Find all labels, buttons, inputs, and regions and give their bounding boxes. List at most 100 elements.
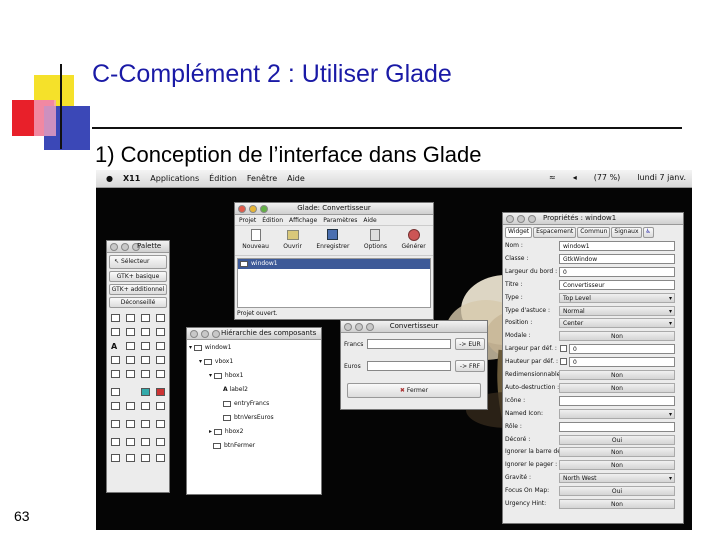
menu-applications[interactable]: Applications (150, 174, 199, 183)
widget-grid-icon[interactable] (141, 420, 150, 428)
menu-x11[interactable]: X11 (123, 174, 140, 183)
widget-image-icon[interactable] (141, 388, 150, 396)
widget-fileselect-icon[interactable] (141, 314, 150, 322)
tab-gtk-additional[interactable]: GTK+ additionnel (109, 284, 167, 295)
new-button[interactable]: Nouveau (242, 229, 269, 255)
widget-toolbar-icon[interactable] (126, 328, 135, 336)
menu-edition[interactable]: Édition (209, 174, 237, 183)
widget-ruler-icon[interactable] (111, 454, 120, 462)
tree-item-btnverseuros[interactable]: btnVersEuros (223, 414, 274, 421)
widget-frame-icon[interactable] (111, 402, 120, 410)
widget-entry-icon[interactable] (126, 342, 135, 350)
widget-separator-icon[interactable] (111, 388, 120, 396)
widget-checkbox-icon[interactable] (141, 356, 150, 364)
widget-arrow-icon[interactable] (141, 454, 150, 462)
widget-list-icon[interactable] (141, 370, 150, 378)
tab-commun[interactable]: Commun (577, 227, 611, 238)
tab-widget[interactable]: Widget (505, 227, 533, 238)
clock[interactable]: lundi 7 janv. (637, 173, 686, 182)
widget-tree-icon[interactable] (156, 370, 165, 378)
selector-button[interactable]: ↖ Sélecteur (109, 255, 167, 269)
property-spin[interactable]: 0 (560, 357, 675, 368)
property-toggle[interactable]: Non (559, 447, 675, 458)
palette-titlebar[interactable]: Palette (107, 241, 169, 253)
property-toggle[interactable]: Non (559, 331, 675, 342)
to-eur-button[interactable]: -> EUR (455, 338, 485, 350)
save-button[interactable]: Enregistrer (316, 229, 349, 255)
battery-status[interactable]: (77 %) (594, 173, 621, 182)
volume-icon[interactable]: ◂ (573, 173, 577, 182)
tab-signaux[interactable]: Signaux (611, 227, 642, 238)
glade-titlebar[interactable]: Glade: Convertisseur (235, 203, 433, 215)
hierarchy-titlebar[interactable]: Hiérarchie des composants (187, 328, 321, 340)
close-dot[interactable] (110, 243, 118, 251)
minimize-dot[interactable] (201, 330, 209, 338)
property-toggle[interactable]: Oui (559, 486, 675, 497)
widget-vbox-icon[interactable] (111, 420, 120, 428)
property-toggle[interactable]: Oui (559, 434, 675, 445)
property-spin[interactable]: 0 (559, 266, 675, 277)
zoom-dot[interactable] (528, 215, 536, 223)
widget-colorsel-icon[interactable] (156, 314, 165, 322)
widget-radio-icon[interactable] (156, 356, 165, 364)
tree-item-hbox1[interactable]: ▾ hbox1 (209, 372, 243, 379)
close-dot[interactable] (506, 215, 514, 223)
zoom-dot[interactable] (212, 330, 220, 338)
close-dot[interactable] (190, 330, 198, 338)
generate-button[interactable]: Générer (401, 229, 426, 255)
widget-textview-icon[interactable] (111, 356, 120, 364)
to-frf-button[interactable]: -> FRF (455, 360, 485, 372)
widget-table-icon[interactable] (126, 402, 135, 410)
checkbox[interactable] (560, 358, 567, 366)
property-combo[interactable]: ▾ Center (559, 318, 675, 329)
widget-hbox-icon[interactable] (126, 420, 135, 428)
menu-projet[interactable]: Projet (239, 215, 256, 225)
euros-input[interactable] (367, 361, 451, 371)
widget-calendar-icon[interactable] (126, 454, 135, 462)
tree-item-entryfrancs[interactable]: entryFrancs (223, 400, 269, 407)
widget-hscale-icon[interactable] (111, 370, 120, 378)
minimize-dot[interactable] (121, 243, 129, 251)
widget-spin-icon[interactable] (126, 356, 135, 364)
property-spin[interactable]: 0 (560, 344, 675, 355)
property-combo[interactable]: ▾ Normal (559, 305, 675, 316)
widget-window-icon[interactable] (111, 314, 120, 322)
property-toggle[interactable]: Non (559, 460, 675, 471)
property-field[interactable]: GtkWindow (559, 253, 675, 264)
widget-expander-icon[interactable] (156, 454, 165, 462)
widget-dialog-icon[interactable] (126, 314, 135, 322)
property-field[interactable] (559, 421, 675, 432)
open-button[interactable]: Ouvrir (283, 229, 302, 255)
tree-item-btnfermer[interactable]: btnFermer (213, 442, 255, 449)
francs-input[interactable] (367, 339, 451, 349)
widget-fixed-icon[interactable] (156, 420, 165, 428)
property-toggle[interactable]: Non (559, 370, 675, 380)
properties-titlebar[interactable]: Propriétés : window1 (503, 213, 683, 225)
list-item-window1[interactable]: window1 (238, 259, 430, 269)
menu-edition[interactable]: Édition (262, 215, 283, 225)
tree-item-vbox1[interactable]: ▾ vbox1 (199, 358, 233, 365)
tab-espacement[interactable]: Espacement (533, 227, 577, 238)
minimize-dot[interactable] (517, 215, 525, 223)
widget-handlebox-icon[interactable] (141, 328, 150, 336)
widget-menubar-icon[interactable] (111, 328, 120, 336)
tree-item-window1[interactable]: ▾ window1 (189, 344, 232, 351)
tree-item-label2[interactable]: A label2 (223, 386, 248, 393)
accessibility-icon[interactable]: ♿ (642, 227, 654, 238)
property-combo[interactable]: ▾ Top Level (559, 292, 675, 303)
menu-parametres[interactable]: Paramètres (323, 215, 357, 225)
tree-item-hbox2[interactable]: ▸ hbox2 (209, 428, 243, 435)
property-field[interactable]: window1 (559, 241, 675, 251)
apple-icon[interactable]: ● (106, 174, 113, 183)
property-combo[interactable]: ▾ (559, 408, 675, 419)
wifi-icon[interactable]: ≈ (549, 173, 556, 182)
widget-scroll-icon[interactable] (111, 438, 120, 446)
widget-progress-icon[interactable] (156, 438, 165, 446)
converter-titlebar[interactable]: Convertisseur (341, 321, 487, 333)
widget-label-icon[interactable]: A (111, 342, 120, 351)
property-field[interactable] (559, 395, 675, 406)
widget-viewport-icon[interactable] (126, 438, 135, 446)
widget-drawing-icon[interactable] (156, 388, 165, 396)
widget-pane-icon[interactable] (156, 402, 165, 410)
tab-deprecated[interactable]: Déconseillé (109, 297, 167, 308)
